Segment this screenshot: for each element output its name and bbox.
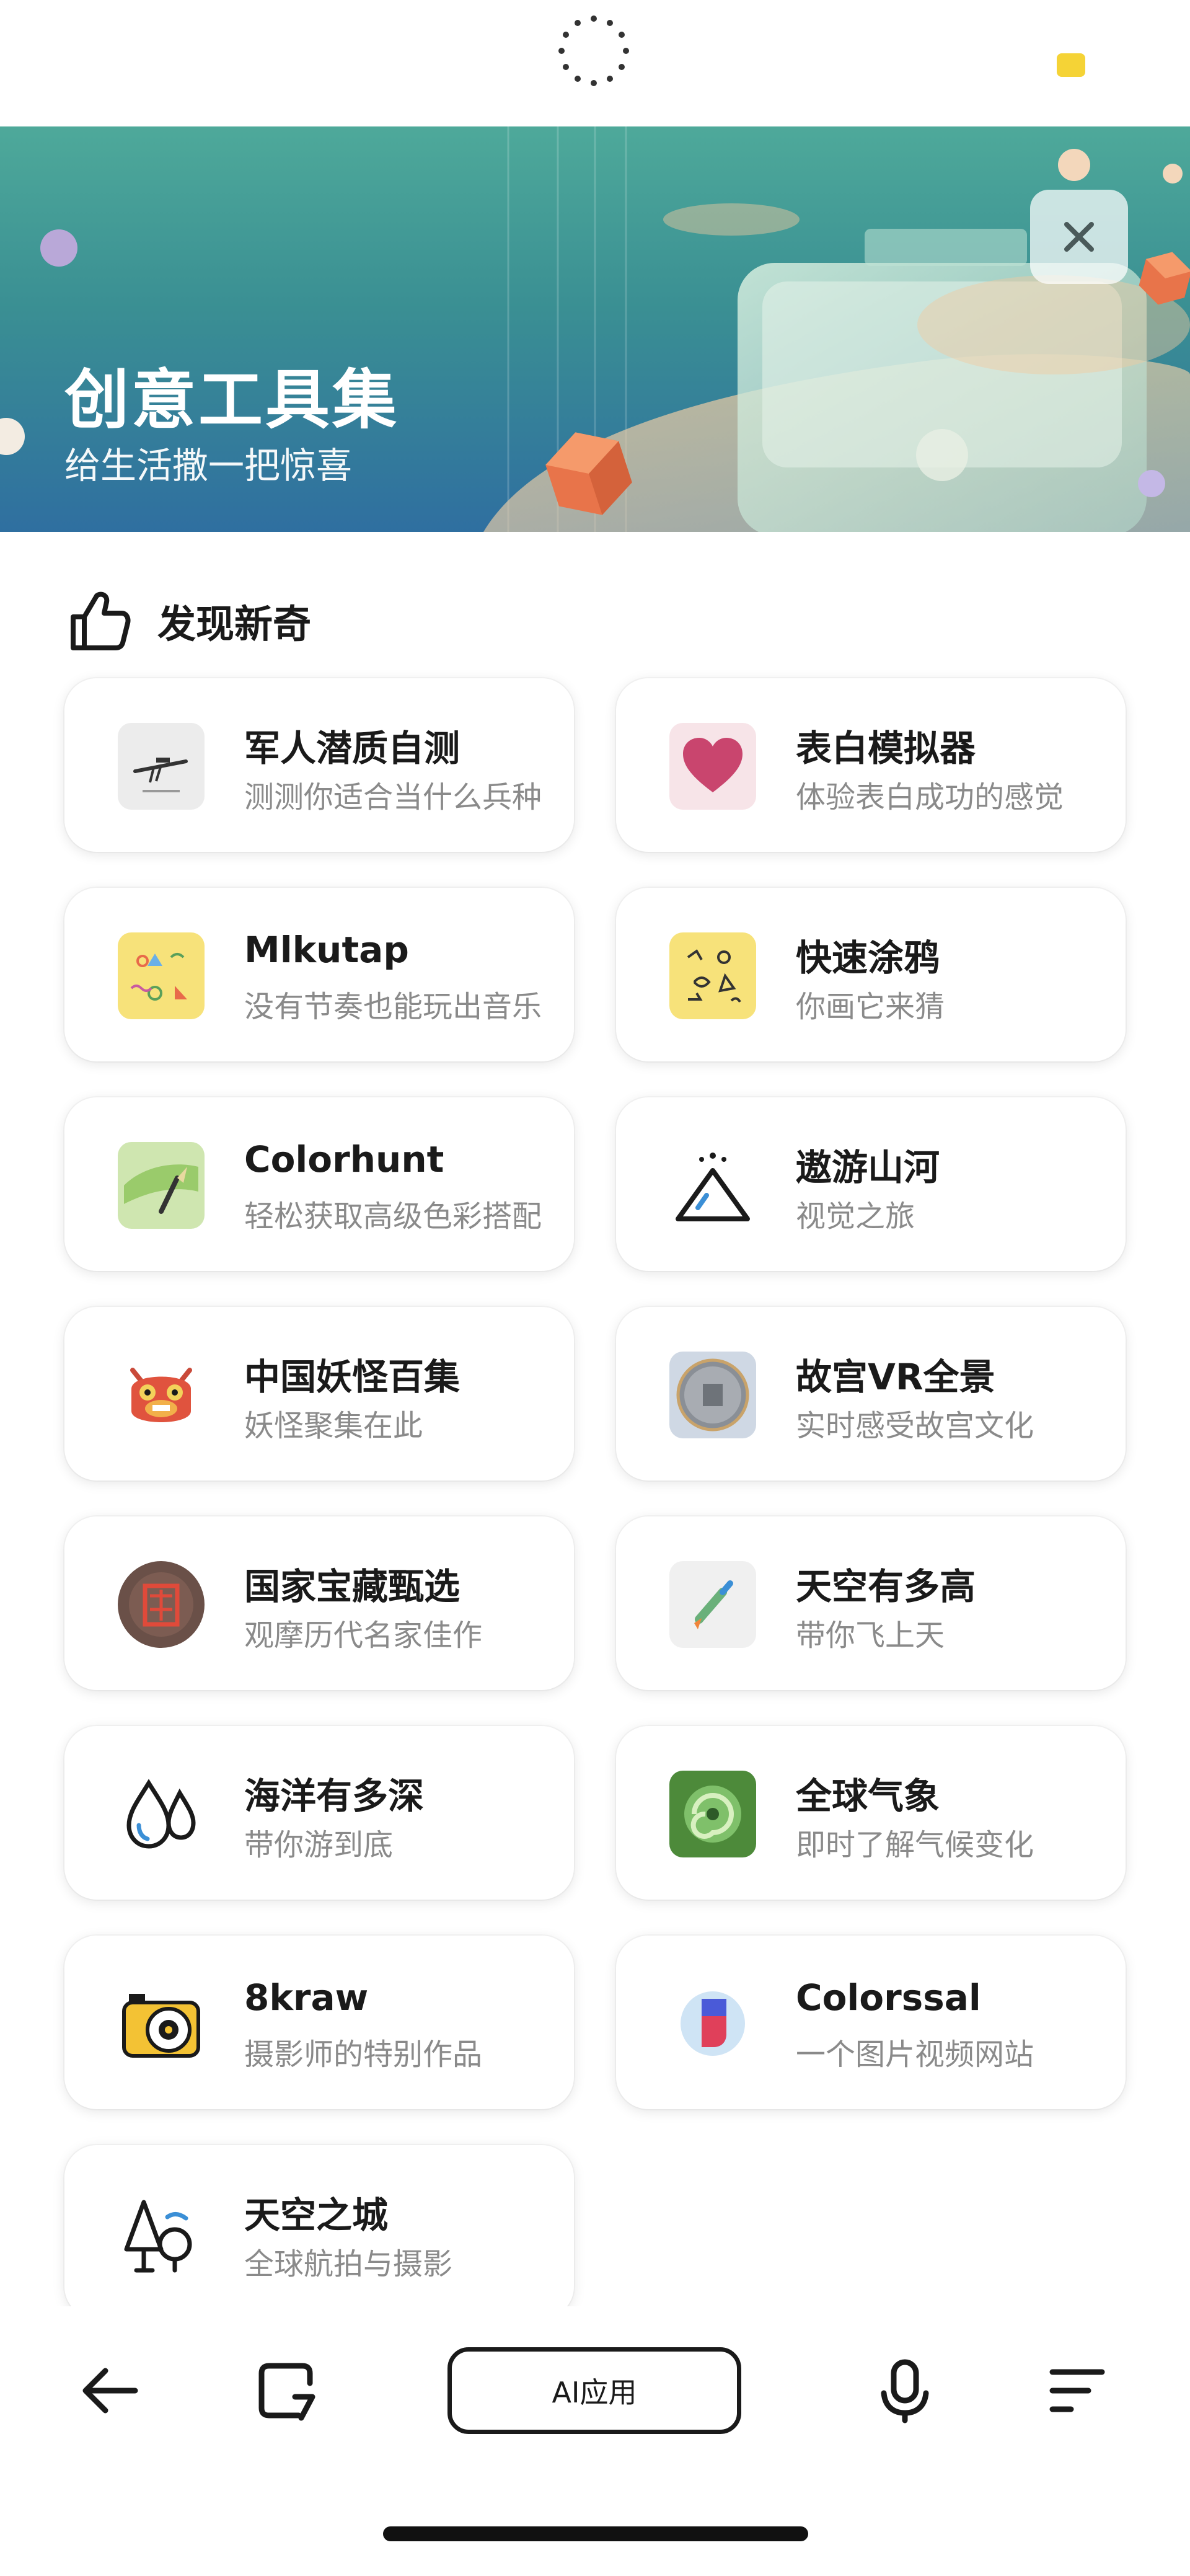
ai-apps-button[interactable]: AI应用	[447, 2347, 741, 2434]
app-description: 妖怪聚集在此	[244, 1409, 423, 1443]
app-description: 你画它来猜	[796, 989, 945, 1024]
weather-swirl-icon	[669, 1771, 756, 1857]
app-title: 8kraw	[244, 1976, 369, 2019]
app-card[interactable]: 遨游山河 视觉之旅	[616, 1097, 1126, 1271]
app-card[interactable]: 表白模拟器体验表白成功的感觉	[616, 678, 1126, 852]
rocket-icon	[669, 1561, 756, 1648]
water-drops-icon	[118, 1771, 205, 1857]
app-title: 国家宝藏甄选	[244, 1565, 461, 1608]
app-title: 天空有多高	[796, 1565, 976, 1608]
tree-city-icon	[118, 2190, 205, 2277]
app-card[interactable]: 全球气象即时了解气候变化	[616, 1726, 1126, 1900]
app-title: 中国妖怪百集	[244, 1356, 461, 1398]
app-card[interactable]: 国家宝藏甄选观摩历代名家佳作	[64, 1516, 574, 1690]
app-title: 快速涂鸦	[796, 937, 940, 979]
app-title: 故宫VR全景	[796, 1356, 995, 1398]
app-title: 表白模拟器	[796, 727, 976, 769]
treasure-seal-icon	[118, 1561, 205, 1648]
app-card[interactable]: 中国妖怪百集妖怪聚集在此	[64, 1307, 574, 1481]
paint-brush-icon	[118, 1142, 205, 1229]
app-title: 海洋有多深	[244, 1775, 425, 1817]
doodle-sketch-icon	[669, 932, 756, 1019]
app-card[interactable]: 海洋有多深带你游到底	[64, 1726, 574, 1900]
app-card[interactable]: 天空有多高带你飞上天	[616, 1516, 1126, 1690]
app-title: 军人潜质自测	[244, 727, 461, 769]
app-title: Colorhunt	[244, 1138, 444, 1180]
monster-mask-icon	[118, 1352, 205, 1438]
app-title: Colorssal	[796, 1976, 981, 2019]
app-card[interactable]: 天空之城全球航拍与摄影	[64, 2145, 574, 2319]
app-description: 轻松获取高级色彩搭配	[244, 1199, 542, 1234]
app-description: 实时感受故宫文化	[796, 1409, 1034, 1443]
app-description: 带你飞上天	[796, 1618, 945, 1653]
menu-icon[interactable]	[1040, 2353, 1114, 2428]
app-description: 全球航拍与摄影	[244, 2247, 453, 2282]
hero-banner: 创意工具集 给生活撒一把惊喜	[0, 126, 1190, 532]
microphone-icon[interactable]	[868, 2353, 942, 2428]
app-card[interactable]: 快速涂鸦 你画它来猜	[616, 888, 1126, 1061]
app-description: 摄影师的特别作品	[244, 2037, 483, 2072]
heart-icon	[669, 723, 756, 810]
back-arrow-icon[interactable]	[73, 2353, 148, 2428]
app-card[interactable]: Colorhunt 轻松获取高级色彩搭配	[64, 1097, 574, 1271]
app-description: 带你游到底	[244, 1828, 394, 1862]
home-indicator[interactable]	[383, 2526, 808, 2541]
app-description: 体验表白成功的感觉	[796, 780, 1064, 815]
close-button[interactable]	[1030, 190, 1128, 284]
section-header: 发现新奇	[67, 586, 311, 655]
banner-title: 创意工具集	[64, 362, 400, 438]
close-icon	[1064, 222, 1094, 252]
app-card[interactable]: 8kraw 摄影师的特别作品	[64, 1936, 574, 2109]
app-description: 观摩历代名家佳作	[244, 1618, 483, 1653]
app-card[interactable]: 军人潜质自测测测你适合当什么兵种	[64, 678, 574, 852]
colorssal-logo-icon	[669, 1980, 756, 2067]
banner-subtitle: 给生活撒一把惊喜	[64, 445, 353, 487]
doodle-shapes-icon	[118, 932, 205, 1019]
app-title: Mlkutap	[244, 929, 409, 971]
app-description: 没有节奏也能玩出音乐	[244, 989, 542, 1024]
app-description: 即时了解气候变化	[796, 1828, 1034, 1862]
app-title: 天空之城	[244, 2194, 389, 2236]
app-title: 遨游山河	[796, 1146, 940, 1188]
section-title: 发现新奇	[157, 601, 312, 647]
palace-seal-icon	[669, 1352, 756, 1438]
thumbs-up-icon	[71, 591, 131, 650]
camera-icon	[118, 1980, 205, 2067]
spinner-icon	[558, 15, 629, 86]
app-description: 一个图片视频网站	[796, 2037, 1034, 2072]
tabs-icon[interactable]	[250, 2353, 325, 2428]
status-bar	[0, 0, 1190, 126]
app-card[interactable]: Colorssal 一个图片视频网站	[616, 1936, 1126, 2109]
status-indicator	[1057, 53, 1085, 77]
app-card[interactable]: 故宫VR全景实时感受故宫文化	[616, 1307, 1126, 1481]
app-card[interactable]: Mlkutap 没有节奏也能玩出音乐	[64, 888, 574, 1061]
mountain-icon	[669, 1142, 756, 1229]
sniper-rifle-icon	[118, 723, 205, 810]
app-description: 视觉之旅	[796, 1199, 915, 1234]
app-title: 全球气象	[796, 1775, 940, 1817]
app-description: 测测你适合当什么兵种	[244, 780, 542, 815]
